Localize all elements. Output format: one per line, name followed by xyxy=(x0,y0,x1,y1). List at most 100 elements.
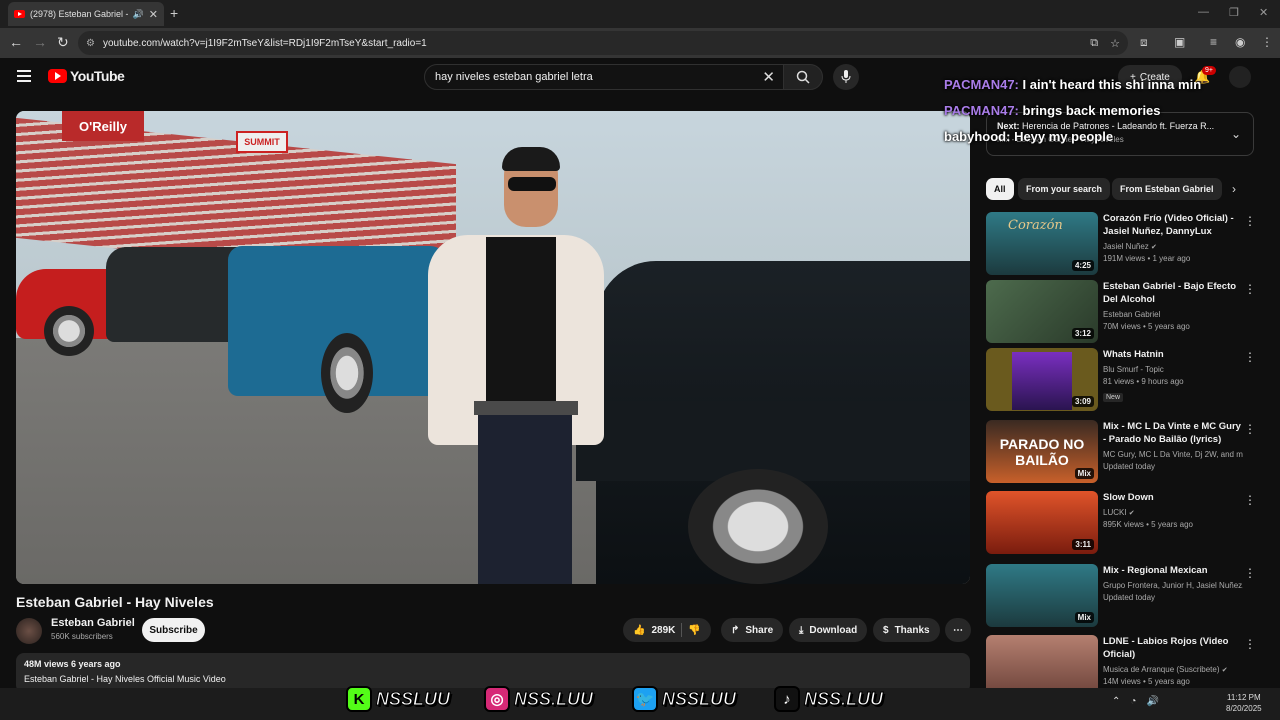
close-tab-icon[interactable]: ✕ xyxy=(149,8,158,21)
profile-icon[interactable]: ◉ xyxy=(1235,35,1245,49)
rec-title[interactable]: Esteban Gabriel - Bajo Efecto Del Alcoho… xyxy=(1103,280,1243,306)
rec-item[interactable]: 3:11 Slow Down LUCKI ✔ 895K views • 5 ye… xyxy=(986,491,1256,557)
rec-thumbnail[interactable]: PARADO NO BAILÃO Mix xyxy=(986,420,1098,483)
close-window-icon[interactable]: ✕ xyxy=(1259,6,1268,19)
search-input[interactable]: hay niveles esteban gabriel letra ✕ xyxy=(424,64,784,90)
rec-channel[interactable]: Musica de Arranque (Suscribete) xyxy=(1103,665,1220,674)
menu-icon[interactable] xyxy=(17,70,31,82)
system-tray: ⌃ ◔ 🔊 xyxy=(1112,696,1159,707)
tiktok-icon: ♪ xyxy=(774,686,800,712)
youtube-favicon-icon xyxy=(14,10,25,18)
account-avatar[interactable] xyxy=(1229,66,1251,88)
chevron-right-icon[interactable]: › xyxy=(1232,182,1236,196)
more-options-icon[interactable]: ⋮ xyxy=(1244,422,1256,436)
rec-channel[interactable]: MC Gury, MC L Da Vinte, Dj 2W, and more xyxy=(1103,450,1243,459)
chevron-down-icon[interactable]: ⌄ xyxy=(1231,127,1241,141)
address-bar[interactable]: ⚙ youtube.com/watch?v=j1I9F2mTseY&list=R… xyxy=(78,31,1128,55)
sidepanel-icon[interactable]: ▣ xyxy=(1174,35,1185,49)
rec-channel[interactable]: Grupo Frontera, Junior H, Jasiel Nuñez, … xyxy=(1103,581,1243,590)
rec-channel[interactable]: LUCKI xyxy=(1103,508,1127,517)
rec-title[interactable]: LDNE - Labios Rojos (Video Oficial) xyxy=(1103,635,1243,661)
clear-search-icon[interactable]: ✕ xyxy=(762,68,775,86)
reload-icon[interactable]: ↻ xyxy=(57,34,69,51)
rec-title[interactable]: Mix - MC L Da Vinte e MC Gury - Parado N… xyxy=(1103,420,1243,446)
rec-item[interactable]: 3:12 Esteban Gabriel - Bajo Efecto Del A… xyxy=(986,280,1256,346)
rec-meta: Updated today xyxy=(1103,593,1156,602)
kick-social: K NSSLUU xyxy=(346,684,451,714)
subscriber-count: 560K subscribers xyxy=(51,632,113,641)
oreilly-sign: O'Reilly xyxy=(62,111,144,141)
rec-meta: 191M views • 1 year ago xyxy=(1103,254,1191,263)
clock[interactable]: 11:12 PM 8/20/2025 xyxy=(1226,692,1262,714)
chip-from-search[interactable]: From your search xyxy=(1018,178,1111,200)
rec-channel[interactable]: Blu Smurf - Topic xyxy=(1103,365,1243,374)
search-query: hay niveles esteban gabriel letra xyxy=(435,71,593,83)
rec-title[interactable]: Slow Down xyxy=(1103,491,1243,504)
download-button[interactable]: ⤓ Download xyxy=(789,618,868,642)
chip-all[interactable]: All xyxy=(986,178,1014,200)
thanks-button[interactable]: $ Thanks xyxy=(873,618,940,642)
verified-icon: ✔ xyxy=(1128,510,1135,517)
speaker-icon[interactable]: 🔊 xyxy=(133,9,144,20)
new-tab-icon[interactable]: + xyxy=(170,5,178,21)
share-button[interactable]: ↱ Share xyxy=(721,618,784,642)
thanks-icon: $ xyxy=(883,624,889,636)
volume-icon[interactable]: 🔊 xyxy=(1146,696,1158,707)
media-control-icon[interactable]: ≡ xyxy=(1210,35,1217,49)
rec-title[interactable]: Whats Hatnin xyxy=(1103,348,1243,361)
more-options-icon[interactable]: ⋮ xyxy=(1244,282,1256,296)
more-options-icon[interactable]: ⋮ xyxy=(1244,637,1256,651)
rec-item[interactable]: 3:09 Whats Hatnin Blu Smurf - Topic 81 v… xyxy=(986,348,1256,414)
rec-item[interactable]: PARADO NO BAILÃO Mix Mix - MC L Da Vinte… xyxy=(986,420,1256,486)
site-info-icon[interactable]: ⚙ xyxy=(86,38,95,49)
new-badge: New xyxy=(1103,393,1124,402)
search-button[interactable] xyxy=(783,64,823,90)
rec-title[interactable]: Mix - Regional Mexican xyxy=(1103,564,1243,577)
rec-thumbnail[interactable]: Mix xyxy=(986,564,1098,627)
install-app-icon[interactable]: ⧉ xyxy=(1090,37,1098,50)
voice-search-button[interactable] xyxy=(833,64,859,90)
video-title: Esteban Gabriel - Hay Niveles xyxy=(16,594,214,610)
rec-thumbnail[interactable]: Corazón 4:25 xyxy=(986,212,1098,275)
views-date: 48M views 6 years ago xyxy=(24,659,121,669)
rec-item[interactable]: LDNE - Labios Rojos (Video Oficial) Musi… xyxy=(986,635,1256,688)
bookmark-star-icon[interactable]: ☆ xyxy=(1110,37,1120,50)
rec-thumbnail[interactable] xyxy=(986,635,1098,688)
subscribe-button[interactable]: Subscribe xyxy=(142,618,205,642)
video-player[interactable]: O'Reilly SUMMIT xyxy=(16,111,970,584)
back-icon[interactable]: ← xyxy=(9,34,23,50)
rec-item[interactable]: Corazón 4:25 Corazón Frío (Video Oficial… xyxy=(986,212,1256,278)
forward-icon[interactable]: → xyxy=(33,34,47,50)
channel-avatar[interactable] xyxy=(16,618,42,644)
microphone-icon xyxy=(841,70,851,83)
more-options-icon[interactable]: ⋮ xyxy=(1244,214,1256,228)
rec-thumbnail[interactable]: 3:09 xyxy=(986,348,1098,411)
rec-channel[interactable]: Jasiel Nuñez xyxy=(1103,242,1149,251)
channel-name[interactable]: Esteban Gabriel xyxy=(51,617,135,629)
like-count[interactable]: 289K xyxy=(651,625,675,636)
twitter-icon: 🐦 xyxy=(632,686,658,712)
rec-meta: 70M views • 5 years ago xyxy=(1103,322,1190,331)
rec-thumbnail[interactable]: 3:11 xyxy=(986,491,1098,554)
more-options-icon[interactable]: ⋮ xyxy=(1244,493,1256,507)
browser-menu-icon[interactable]: ⋮ xyxy=(1261,35,1273,49)
rec-thumbnail[interactable]: 3:12 xyxy=(986,280,1098,343)
instagram-icon: ◎ xyxy=(484,686,510,712)
chip-from-channel[interactable]: From Esteban Gabriel xyxy=(1112,178,1222,200)
instagram-social: ◎ NSS.LUU xyxy=(484,684,594,714)
maximize-icon[interactable]: ❐ xyxy=(1229,6,1239,19)
rec-channel[interactable]: Esteban Gabriel xyxy=(1103,310,1243,319)
more-actions-button[interactable]: ⋯ xyxy=(945,618,971,642)
wifi-icon[interactable]: ◔ xyxy=(1130,696,1136,707)
extensions-icon[interactable]: ⧈ xyxy=(1140,35,1148,50)
dislike-icon[interactable]: 👎 xyxy=(688,625,700,636)
more-options-icon[interactable]: ⋮ xyxy=(1244,566,1256,580)
youtube-logo[interactable]: YouTube xyxy=(48,68,125,84)
rec-title[interactable]: Corazón Frío (Video Oficial) - Jasiel Nu… xyxy=(1103,212,1243,238)
more-options-icon[interactable]: ⋮ xyxy=(1244,350,1256,364)
browser-tab[interactable]: (2978) Esteban Gabriel - Ha 🔊 ✕ xyxy=(8,2,164,26)
minimize-icon[interactable]: — xyxy=(1198,6,1209,18)
like-icon[interactable]: 👍 xyxy=(633,625,645,636)
rec-item[interactable]: Mix Mix - Regional Mexican Grupo Fronter… xyxy=(986,564,1256,630)
tray-icon[interactable]: ⌃ xyxy=(1112,696,1120,707)
